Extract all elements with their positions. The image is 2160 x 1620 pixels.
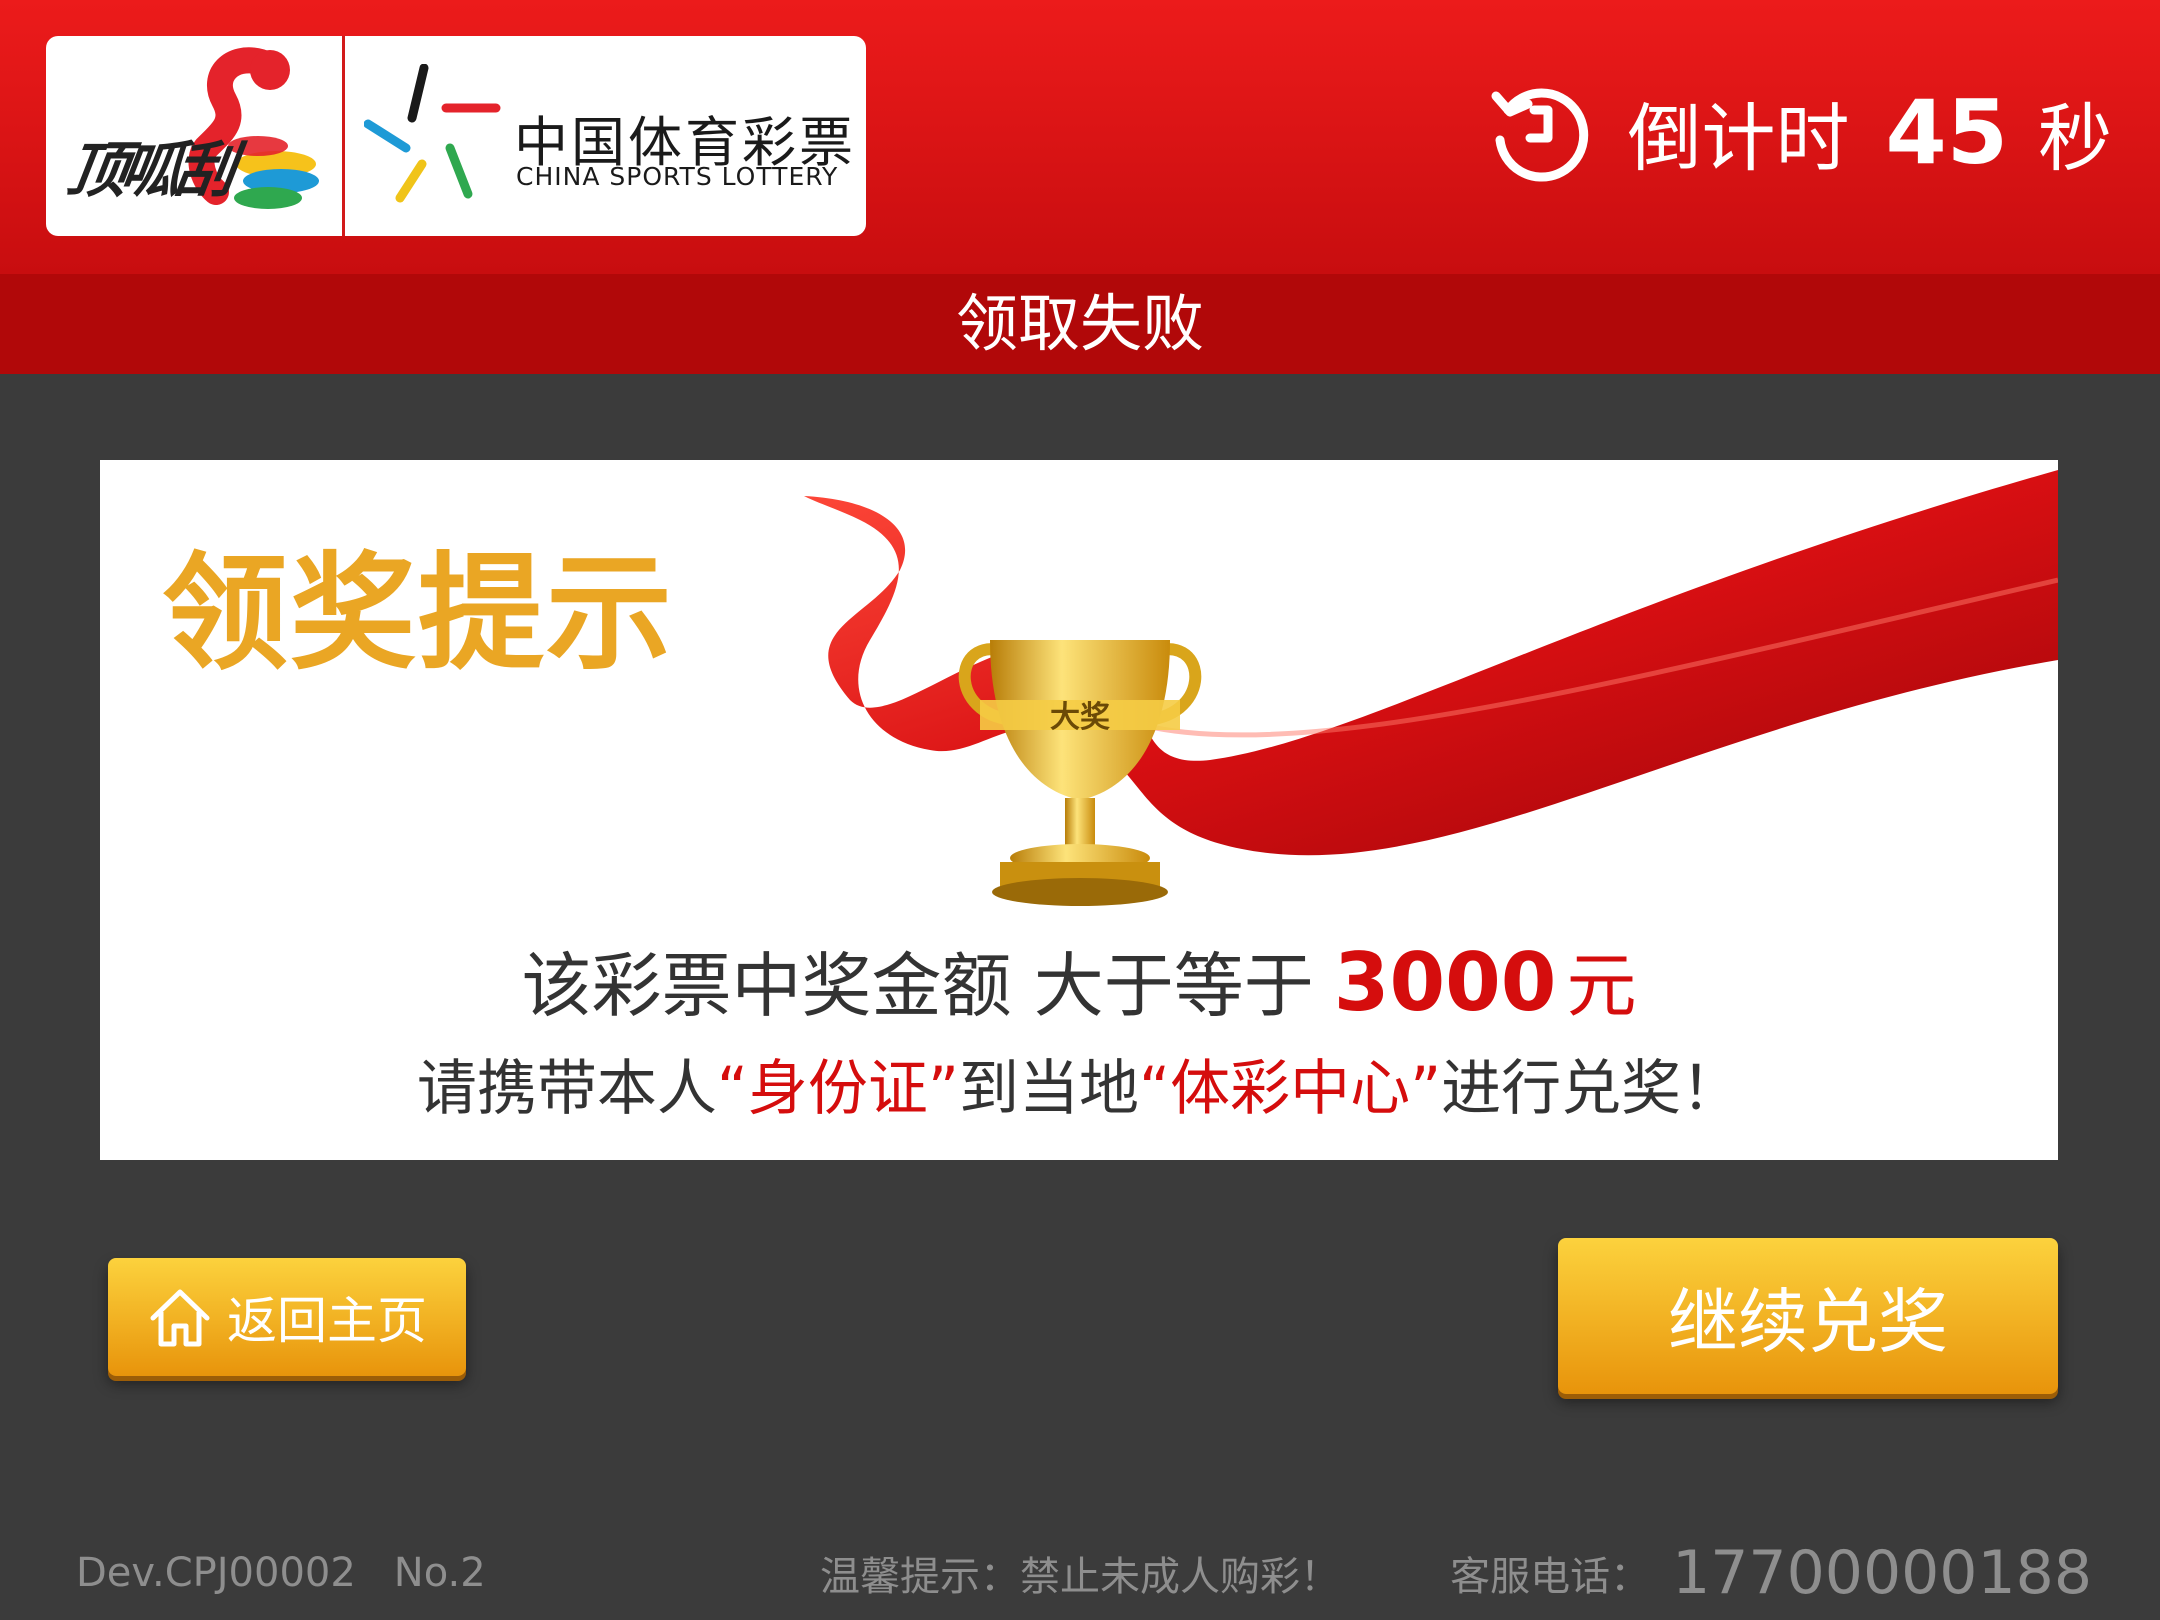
- logo-box: 顶呱刮 中国体育彩票 CHINA SPORTS LOTTERY: [46, 36, 866, 236]
- countdown-value: 45: [1885, 80, 2008, 184]
- countdown-unit: 秒: [2038, 95, 2112, 182]
- header: 顶呱刮 中国体育彩票 CHINA SPORTS LOTTERY 倒计时 45 秒: [0, 0, 2160, 274]
- notice-suffix: 进行兑奖！: [1441, 1054, 1742, 1124]
- amount-text: 该彩票中奖金额 大于等于: [521, 945, 1314, 1027]
- prize-notice-panel: 大奖 领奖提示 该彩票中奖金额 大于等于 3000 元 请携带本人“身份证”到当地“…: [100, 460, 2058, 1160]
- notice-id-card: “身份证”: [716, 1054, 959, 1124]
- notice-prefix: 请携带本人: [416, 1054, 717, 1124]
- notice-mid: 到当地: [959, 1054, 1139, 1124]
- dingguagua-logo: 顶呱刮: [46, 36, 342, 236]
- notice-lottery-center: “体彩中心”: [1139, 1054, 1442, 1124]
- warm-tip: 温馨提示：禁止未成人购彩！: [820, 1554, 1340, 1600]
- trophy-icon: 大奖: [958, 640, 1202, 906]
- back-home-label: 返回主页: [227, 1292, 427, 1350]
- device-number: No.2: [393, 1550, 486, 1596]
- countdown: 倒计时 45 秒: [1488, 72, 2112, 192]
- panel-title: 领奖提示: [162, 540, 674, 687]
- amount-unit: 元: [1566, 945, 1637, 1027]
- dingguagua-logo-text: 顶呱刮: [62, 136, 235, 206]
- device-info: Dev.CPJ00002 No.2: [76, 1538, 486, 1608]
- device-id: Dev.CPJ00002: [76, 1550, 356, 1596]
- service-phone-value: 17700000188: [1672, 1538, 2092, 1608]
- prize-amount-line: 该彩票中奖金额 大于等于 3000 元: [100, 930, 2058, 1031]
- countdown-label: 倒计时: [1627, 95, 1850, 182]
- countdown-timer-icon: [1491, 88, 1588, 182]
- back-home-button[interactable]: 返回主页: [108, 1258, 466, 1376]
- page-title: 领取失败: [0, 274, 2160, 374]
- home-icon: [150, 1289, 210, 1347]
- lottery-star-logo-icon: [364, 64, 501, 203]
- trophy-label: 大奖: [1050, 700, 1110, 735]
- continue-redeem-button[interactable]: 继续兑奖: [1558, 1238, 2058, 1394]
- service-phone: 客服电话： 17700000188: [1450, 1538, 2092, 1608]
- logo-divider: [342, 36, 345, 236]
- lottery-name-en: CHINA SPORTS LOTTERY: [516, 162, 839, 191]
- continue-redeem-label: 继续兑奖: [1668, 1280, 1948, 1363]
- service-phone-label: 客服电话：: [1450, 1554, 1651, 1600]
- claim-notice-line: 请携带本人“身份证”到当地“体彩中心”进行兑奖！: [100, 1040, 2058, 1127]
- amount-value: 3000: [1333, 936, 1557, 1029]
